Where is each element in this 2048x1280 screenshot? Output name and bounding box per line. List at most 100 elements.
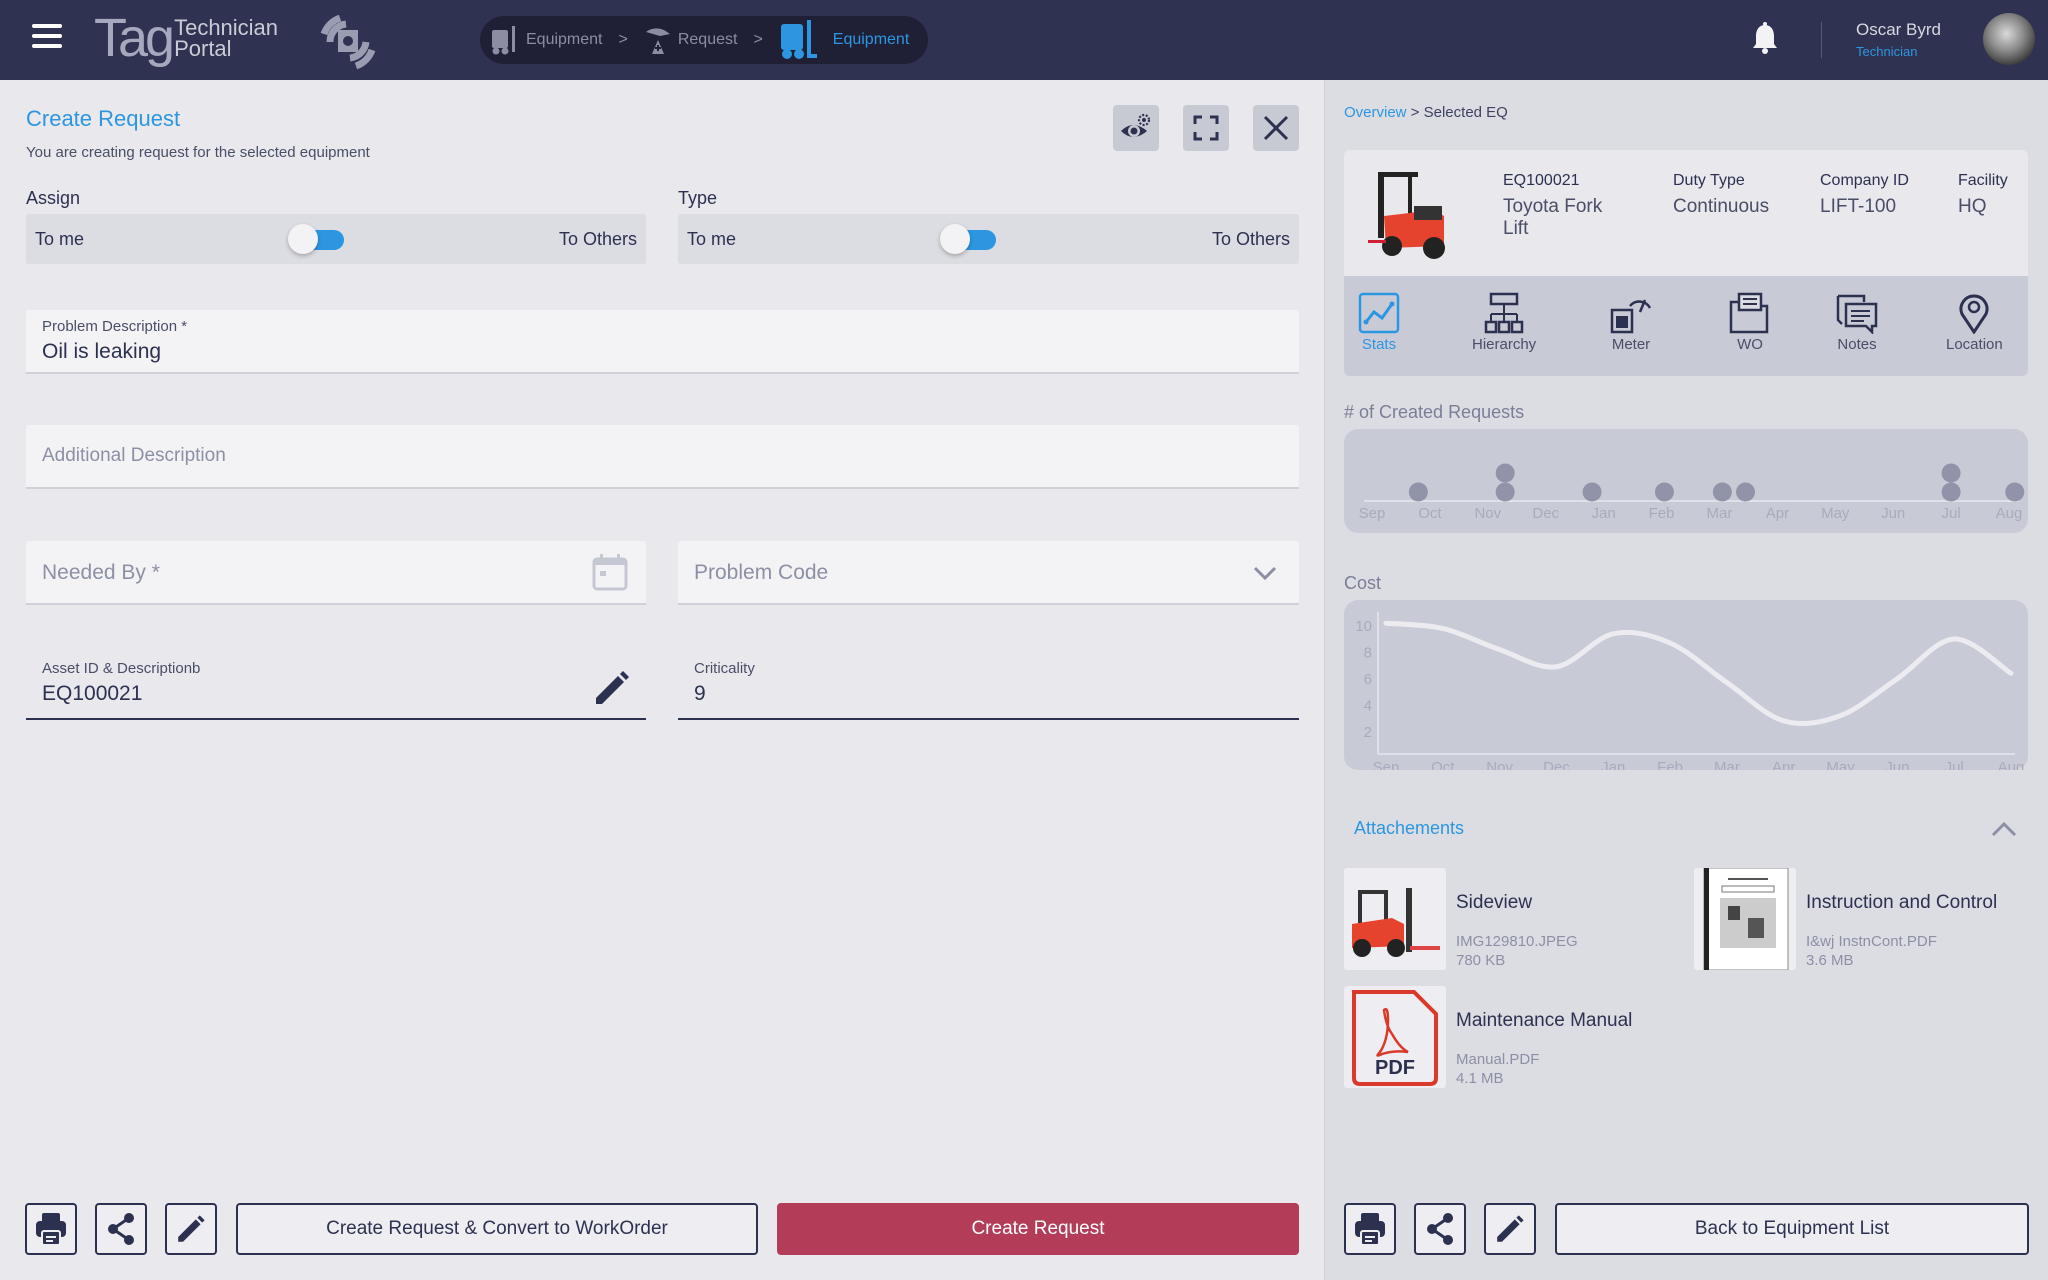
cost-chart: 2 4 6 8 10 Sep Oct Nov Dec Jan Feb Mar Apr May Jun Jul A… <box>1344 600 2028 770</box>
request-dot <box>1736 482 1756 502</box>
attachments-title: Attachements <box>1354 818 1465 838</box>
request-dot <box>1712 482 1732 502</box>
request-dot <box>1495 463 1515 483</box>
eye-settings-icon <box>1121 113 1151 137</box>
needed-by-field[interactable]: Needed By * <box>26 541 646 605</box>
user-info[interactable]: Oscar Byrd Technician <box>1856 20 1941 59</box>
equipment-panel: Overview > Selected EQ EQ100021 Toyota F… <box>1324 80 2048 1280</box>
assign-switch[interactable] <box>288 224 344 254</box>
print-button[interactable] <box>1344 1203 1396 1255</box>
fullscreen-button[interactable] <box>1183 105 1229 151</box>
type-option-others[interactable]: To Others <box>1212 229 1290 250</box>
cost-series-line <box>1383 620 2014 726</box>
tab-label: Stats <box>1361 336 1397 353</box>
attachment-item[interactable]: Sideview IMG129810.JPEG 780 KB <box>1344 868 1578 970</box>
assign-toggle[interactable]: To me To Others <box>26 214 646 264</box>
attachment-item[interactable]: Instruction and Control I&wj InstnCont.P… <box>1694 868 1997 970</box>
additional-description-field[interactable]: Additional Description <box>26 425 1299 489</box>
calendar-icon[interactable] <box>590 553 630 593</box>
share-button[interactable] <box>1414 1203 1466 1255</box>
pencil-icon <box>178 1215 205 1242</box>
x-tick-label: Dec <box>1532 505 1559 522</box>
tab-wo[interactable]: WO <box>1729 292 1771 353</box>
bell-icon[interactable] <box>1750 22 1780 56</box>
tab-location[interactable]: Location <box>1946 292 2003 353</box>
tab-label: Location <box>1946 336 2003 353</box>
share-button[interactable] <box>95 1203 147 1255</box>
attachment-item[interactable]: PDF Maintenance Manual Manual.PDF 4.1 MB <box>1344 986 1632 1088</box>
criticality-value[interactable]: 9 <box>694 682 706 706</box>
x-tick-label: Mar <box>1707 505 1733 522</box>
logo-sub-2: Portal <box>174 36 232 61</box>
attachment-file: Manual.PDF <box>1456 1051 1540 1068</box>
type-switch[interactable] <box>940 224 996 254</box>
x-tick-label: Feb <box>1657 759 1683 770</box>
printer-icon <box>36 1213 66 1246</box>
attachment-thumbnail <box>1344 868 1446 970</box>
y-tick-label: 4 <box>1364 697 1372 714</box>
tab-stats[interactable]: Stats <box>1358 292 1400 353</box>
back-to-equipment-list-button[interactable]: Back to Equipment List <box>1555 1203 2029 1255</box>
x-tick-label: Jun <box>1881 505 1905 522</box>
breadcrumb-equipment[interactable]: Equipment <box>490 24 603 56</box>
tab-label: Hierarchy <box>1472 336 1537 353</box>
requests-chart-title: # of Created Requests <box>1344 402 1525 422</box>
create-request-panel: Create Request You are creating request … <box>0 80 1324 1280</box>
print-button[interactable] <box>25 1203 77 1255</box>
share-icon <box>108 1213 134 1245</box>
tab-label: Meter <box>1611 336 1651 353</box>
pencil-icon <box>1497 1215 1524 1242</box>
panel-breadcrumb: Overview > Selected EQ <box>1344 104 1508 121</box>
asset-id-value[interactable]: EQ100021 <box>42 682 142 706</box>
cost-chart-svg: 2 4 6 8 10 Sep Oct Nov Dec Jan Feb Mar Apr May Jun Jul A… <box>1355 612 2024 770</box>
request-dot <box>2005 482 2025 502</box>
facility-label: Facility <box>1958 172 2008 189</box>
tab-hierarchy[interactable]: Hierarchy <box>1472 292 1536 353</box>
stats-icon <box>1358 292 1400 334</box>
breadcrumb-overview-link[interactable]: Overview <box>1344 104 1407 121</box>
breadcrumb-label: Equipment <box>832 31 910 48</box>
breadcrumb-request[interactable]: Request <box>644 24 737 56</box>
chevron-up-icon[interactable] <box>1991 820 2017 838</box>
view-settings-button[interactable] <box>1113 105 1159 151</box>
create-request-button[interactable]: Create Request <box>777 1203 1299 1255</box>
top-bar: Tag Technician Portal Equipment > Request… <box>0 0 2048 80</box>
problem-code-placeholder: Problem Code <box>694 561 829 584</box>
printer-icon <box>1355 1213 1385 1246</box>
asset-id-field[interactable]: Asset ID & Descriptionb EQ100021 <box>26 660 646 720</box>
page-subtitle: You are creating request for the selecte… <box>26 144 370 161</box>
breadcrumb-equipment-current[interactable]: Equipment <box>779 18 910 62</box>
pencil-icon[interactable] <box>592 668 632 708</box>
facility-col: Facility HQ <box>1958 172 2008 218</box>
app-logo: Tag Technician Portal <box>94 10 278 66</box>
problem-description-field[interactable]: Problem Description * Oil is leaking <box>26 310 1299 374</box>
type-toggle[interactable]: To me To Others <box>678 214 1299 264</box>
problem-description-value[interactable]: Oil is leaking <box>42 340 161 364</box>
assign-option-me[interactable]: To me <box>35 229 84 250</box>
close-button[interactable] <box>1253 105 1299 151</box>
avatar[interactable] <box>1983 13 2035 65</box>
forklift-icon <box>780 20 817 59</box>
problem-code-select[interactable]: Problem Code <box>678 541 1299 605</box>
y-tick-label: 2 <box>1364 724 1372 741</box>
duty-type-col: Duty Type Continuous <box>1673 172 1769 218</box>
equipment-card: EQ100021 Toyota Fork Lift Duty Type Cont… <box>1344 150 2028 276</box>
assign-option-others[interactable]: To Others <box>559 229 637 250</box>
create-and-convert-button[interactable]: Create Request & Convert to WorkOrder <box>236 1203 758 1255</box>
type-option-me[interactable]: To me <box>687 229 736 250</box>
tab-meter[interactable]: Meter <box>1610 292 1652 353</box>
edit-button[interactable] <box>1484 1203 1536 1255</box>
attachment-size: 4.1 MB <box>1456 1070 1504 1087</box>
attachment-name: Instruction and Control <box>1806 892 1998 913</box>
document-image <box>1703 868 1789 970</box>
tab-notes[interactable]: Notes <box>1836 292 1878 353</box>
request-dot <box>1408 482 1428 502</box>
breadcrumb-separator: > <box>753 31 763 48</box>
menu-icon[interactable] <box>32 24 62 54</box>
pdf-badge: PDF <box>1375 1057 1415 1079</box>
request-dot <box>1654 482 1674 502</box>
criticality-field[interactable]: Criticality 9 <box>678 660 1299 720</box>
edit-button[interactable] <box>165 1203 217 1255</box>
fullscreen-icon <box>1193 115 1219 141</box>
attachment-name: Maintenance Manual <box>1456 1010 1633 1031</box>
